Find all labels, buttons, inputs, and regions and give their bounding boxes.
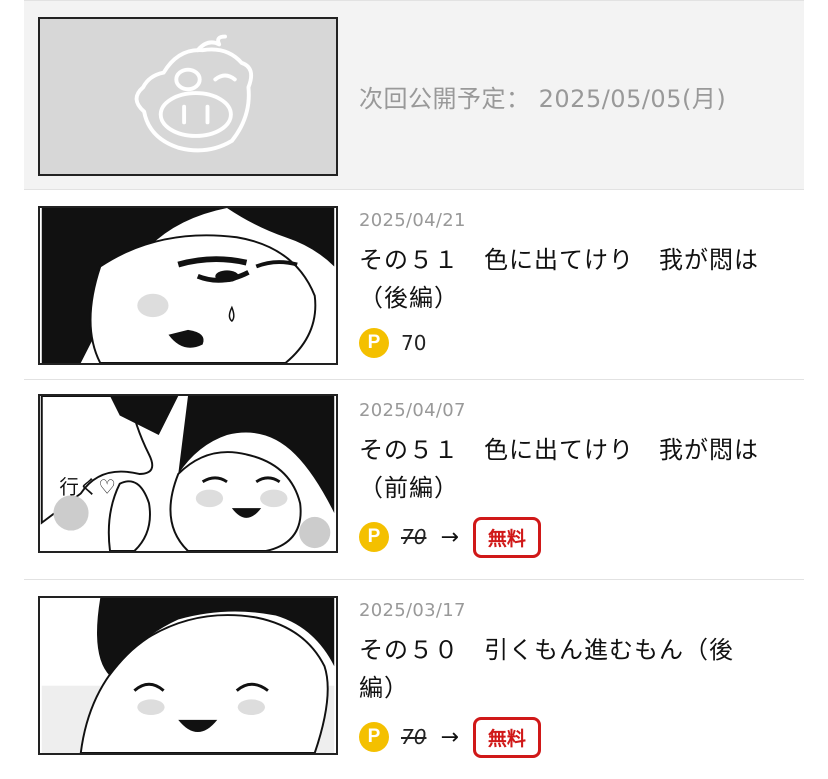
next-release-date: 2025/05/05(月) [538,85,727,113]
point-coin-icon: P [359,328,389,358]
original-price-value: 70 [401,525,427,549]
episode-title-line1: その５０ 引くもん進むもん（後 [359,636,734,664]
episode-thumbnail[interactable] [38,596,338,755]
manga-thumbnail-image [41,598,335,753]
next-release-label: 次回公開予定： [359,85,531,113]
episode-info: 2025/04/21 その５１ 色に出てけり 我が悶は （後編） P 70 [359,210,794,363]
episode-title-line1: その５１ 色に出てけり 我が悶は [359,436,759,464]
episode-info: 2025/03/17 その５０ 引くもん進むもん（後 編） P 70 → 無料 [359,600,794,758]
episode-thumbnail[interactable]: 行く♡ [38,394,338,553]
episode-row[interactable]: 行く♡ 2025/04/07 その５１ 色に出てけり 我が悶は （前編） P 7… [24,380,804,580]
arrow-right-icon: → [440,724,459,750]
episode-price: P 70 → 無料 [359,716,794,758]
price-value: 70 [401,331,427,355]
episode-row[interactable]: 2025/04/21 その５１ 色に出てけり 我が悶は （後編） P 70 [24,190,804,380]
episode-title-line2: 編） [359,674,409,702]
episode-list: 次回公開予定： 2025/05/05(月) 2025/04/21 その５１ 色に… [24,0,804,779]
episode-date: 2025/03/17 [359,600,466,621]
manga-thumbnail-image: 行く♡ [40,396,335,551]
episode-info: 2025/04/07 その５１ 色に出てけり 我が悶は （前編） P 70 → … [359,400,794,558]
point-coin-icon: P [359,722,389,752]
arrow-right-icon: → [440,524,459,550]
episode-title-line1: その５１ 色に出てけり 我が悶は [359,246,759,274]
episode-thumbnail[interactable] [38,206,338,365]
episode-date: 2025/04/21 [359,210,466,231]
pig-mascot-icon [134,34,254,153]
episode-title-line2: （後編） [359,284,459,312]
episode-title[interactable]: その５１ 色に出てけり 我が悶は （前編） [359,431,794,507]
free-badge: 無料 [472,516,541,558]
episode-title[interactable]: その５０ 引くもん進むもん（後 編） [359,631,794,707]
thumb-ep2-text: 行く♡ [59,475,115,498]
episode-title[interactable]: その５１ 色に出てけり 我が悶は （後編） [359,241,794,317]
manga-thumbnail-image [41,208,335,363]
episode-title-line2: （前編） [359,474,459,502]
episode-row[interactable]: 2025/03/17 その５０ 引くもん進むもん（後 編） P 70 → 無料 [24,580,804,779]
point-coin-icon: P [359,522,389,552]
next-release-text: 次回公開予定： 2025/05/05(月) [359,79,726,114]
upcoming-thumbnail [38,17,338,176]
episode-price: P 70 → 無料 [359,516,794,558]
episode-price: P 70 [359,323,794,363]
upcoming-episode-row: 次回公開予定： 2025/05/05(月) [24,0,804,190]
episode-date: 2025/04/07 [359,400,466,421]
free-badge: 無料 [472,716,541,758]
original-price-value: 70 [401,725,427,749]
